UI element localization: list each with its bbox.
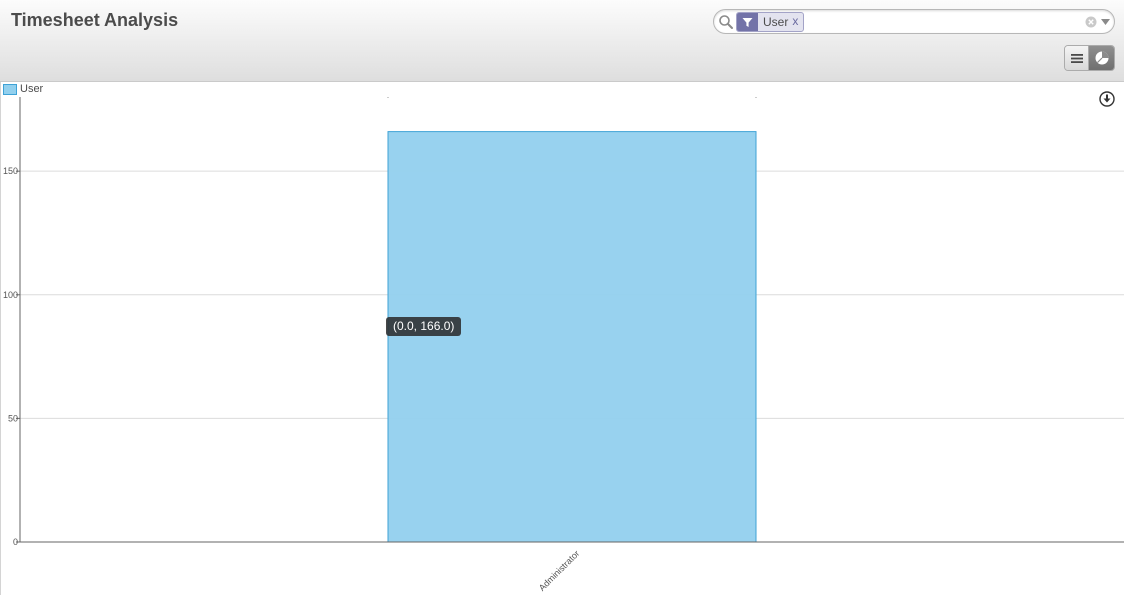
x-tick-label: Administrator: [537, 548, 582, 593]
y-tick-label: 50: [8, 413, 18, 423]
bar-chart: 0 50 100 150 Administrator: [3, 97, 1124, 593]
y-tick-label: 0: [13, 537, 18, 547]
bar-administrator: [387, 131, 757, 543]
y-tick-label: 100: [3, 290, 18, 300]
y-tick-label: 150: [3, 166, 18, 176]
data-tooltip: (0.0, 166.0): [386, 317, 462, 336]
